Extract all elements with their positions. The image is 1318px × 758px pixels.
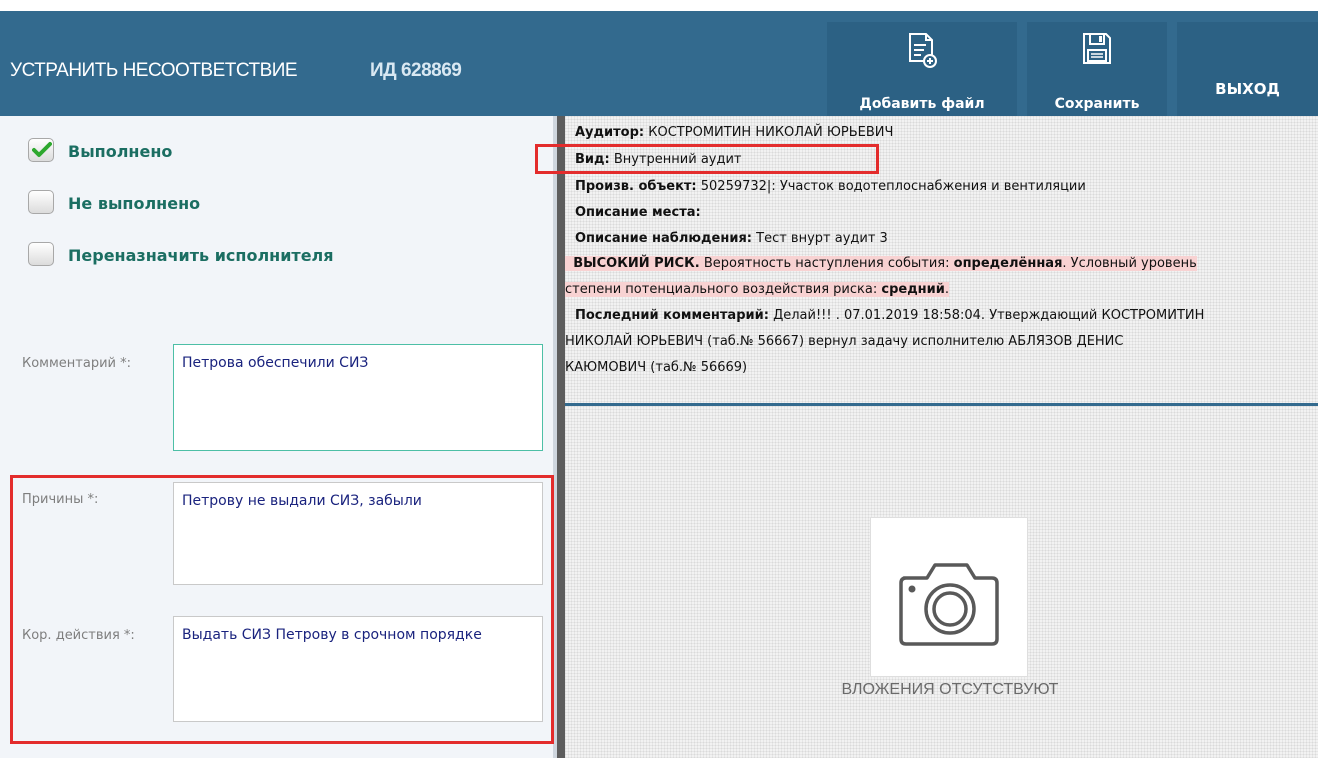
kind-label: Вид: — [575, 152, 610, 167]
checkbox-done[interactable] — [28, 138, 54, 162]
observation-label: Описание наблюдения: — [575, 231, 752, 246]
risk-line-1: ВЫСОКИЙ РИСК. Вероятность наступления со… — [565, 256, 1197, 271]
checkbox-reassign[interactable] — [28, 242, 54, 266]
save-label: Сохранить — [1054, 96, 1140, 112]
comment-field[interactable]: Петрова обеспечили СИЗ — [173, 344, 543, 451]
place-label: Описание места: — [575, 205, 701, 220]
kind-line: Вид: Внутренний аудит — [575, 152, 742, 167]
last-comment-line-1: Последний комментарий: Делай!!! . 07.01.… — [575, 308, 1204, 323]
camera-icon — [899, 563, 999, 646]
no-attachments-text: ВЛОЖЕНИЯ ОТСУТСТВУЮТ — [841, 681, 1059, 698]
auditor-line: Аудитор: КОСТРОМИТИН НИКОЛАЙ ЮРЬЕВИЧ — [575, 125, 893, 140]
corrective-actions-field[interactable]: Выдать СИЗ Петрову в срочном порядке — [173, 616, 543, 722]
object-line: Произв. объект: 50259732|: Участок водот… — [575, 179, 1086, 194]
risk-text-2: . Условный уровень — [1062, 256, 1197, 271]
observation-line: Описание наблюдения: Тест внурт аудит 3 — [575, 231, 888, 246]
top-strip — [0, 0, 1318, 11]
save-button[interactable]: Сохранить — [1027, 22, 1167, 120]
save-disk-icon — [1083, 33, 1111, 64]
panel-divider — [557, 116, 565, 758]
left-panel: Выполнено Не выполнено Переназначить исп… — [0, 116, 557, 758]
checkbox-not-done-label[interactable]: Не выполнено — [68, 194, 200, 213]
comment-label: Комментарий *: — [22, 356, 131, 371]
page-title: УСТРАНИТЬ НЕСООТВЕТСТВИЕ — [10, 60, 298, 81]
reasons-label: Причины *: — [22, 492, 99, 507]
record-id: ИД 628869 — [370, 60, 462, 81]
observation-value: Тест внурт аудит 3 — [756, 231, 888, 246]
checkbox-not-done[interactable] — [28, 190, 54, 214]
risk-line-2: степени потенциального воздействия риска… — [565, 282, 950, 297]
add-file-label: Добавить файл — [859, 96, 985, 112]
last-comment-text-1: Делай!!! . 07.01.2019 18:58:04. Утвержда… — [773, 308, 1205, 323]
object-label: Произв. объект: — [575, 179, 697, 194]
checkbox-done-label[interactable]: Выполнено — [68, 142, 172, 161]
camera-button[interactable] — [870, 517, 1028, 677]
app-header: УСТРАНИТЬ НЕСООТВЕТСТВИЕ ИД 628869 Добав… — [0, 11, 1318, 120]
reasons-field[interactable]: Петрову не выдали СИЗ, забыли — [173, 482, 543, 585]
checkmark-icon — [32, 142, 52, 157]
kind-value: Внутренний аудит — [613, 152, 742, 167]
auditor-value: КОСТРОМИТИН НИКОЛАЙ ЮРЬЕВИЧ — [648, 125, 894, 140]
last-comment-label: Последний комментарий: — [575, 308, 769, 323]
object-value: 50259732|: Участок водотеплоснабжения и … — [700, 179, 1086, 194]
add-file-icon — [909, 33, 937, 68]
risk-label: ВЫСОКИЙ РИСК. — [573, 256, 700, 271]
risk-text-3: степени потенциального воздействия риска… — [565, 282, 878, 297]
exit-label: ВЫХОД — [1215, 80, 1280, 98]
last-comment-line-3: КАЮМОВИЧ (таб.№ 56669) — [565, 360, 748, 375]
risk-text-1: Вероятность наступления события: — [703, 256, 950, 271]
risk-level: средний — [881, 282, 945, 297]
checkbox-reassign-label[interactable]: Переназначить исполнителя — [68, 246, 334, 265]
audit-info-panel: Аудитор: КОСТРОМИТИН НИКОЛАЙ ЮРЬЕВИЧ Вид… — [565, 116, 1318, 404]
add-file-button[interactable]: Добавить файл — [827, 22, 1017, 120]
auditor-label: Аудитор: — [575, 125, 645, 140]
risk-probability: определённая — [953, 256, 1063, 271]
corrective-actions-label: Кор. действия *: — [22, 628, 135, 643]
exit-button[interactable]: ВЫХОД — [1177, 22, 1318, 120]
last-comment-line-2: НИКОЛАЙ ЮРЬЕВИЧ (таб.№ 56667) вернул зад… — [565, 334, 1124, 349]
place-line: Описание места: — [575, 205, 701, 220]
